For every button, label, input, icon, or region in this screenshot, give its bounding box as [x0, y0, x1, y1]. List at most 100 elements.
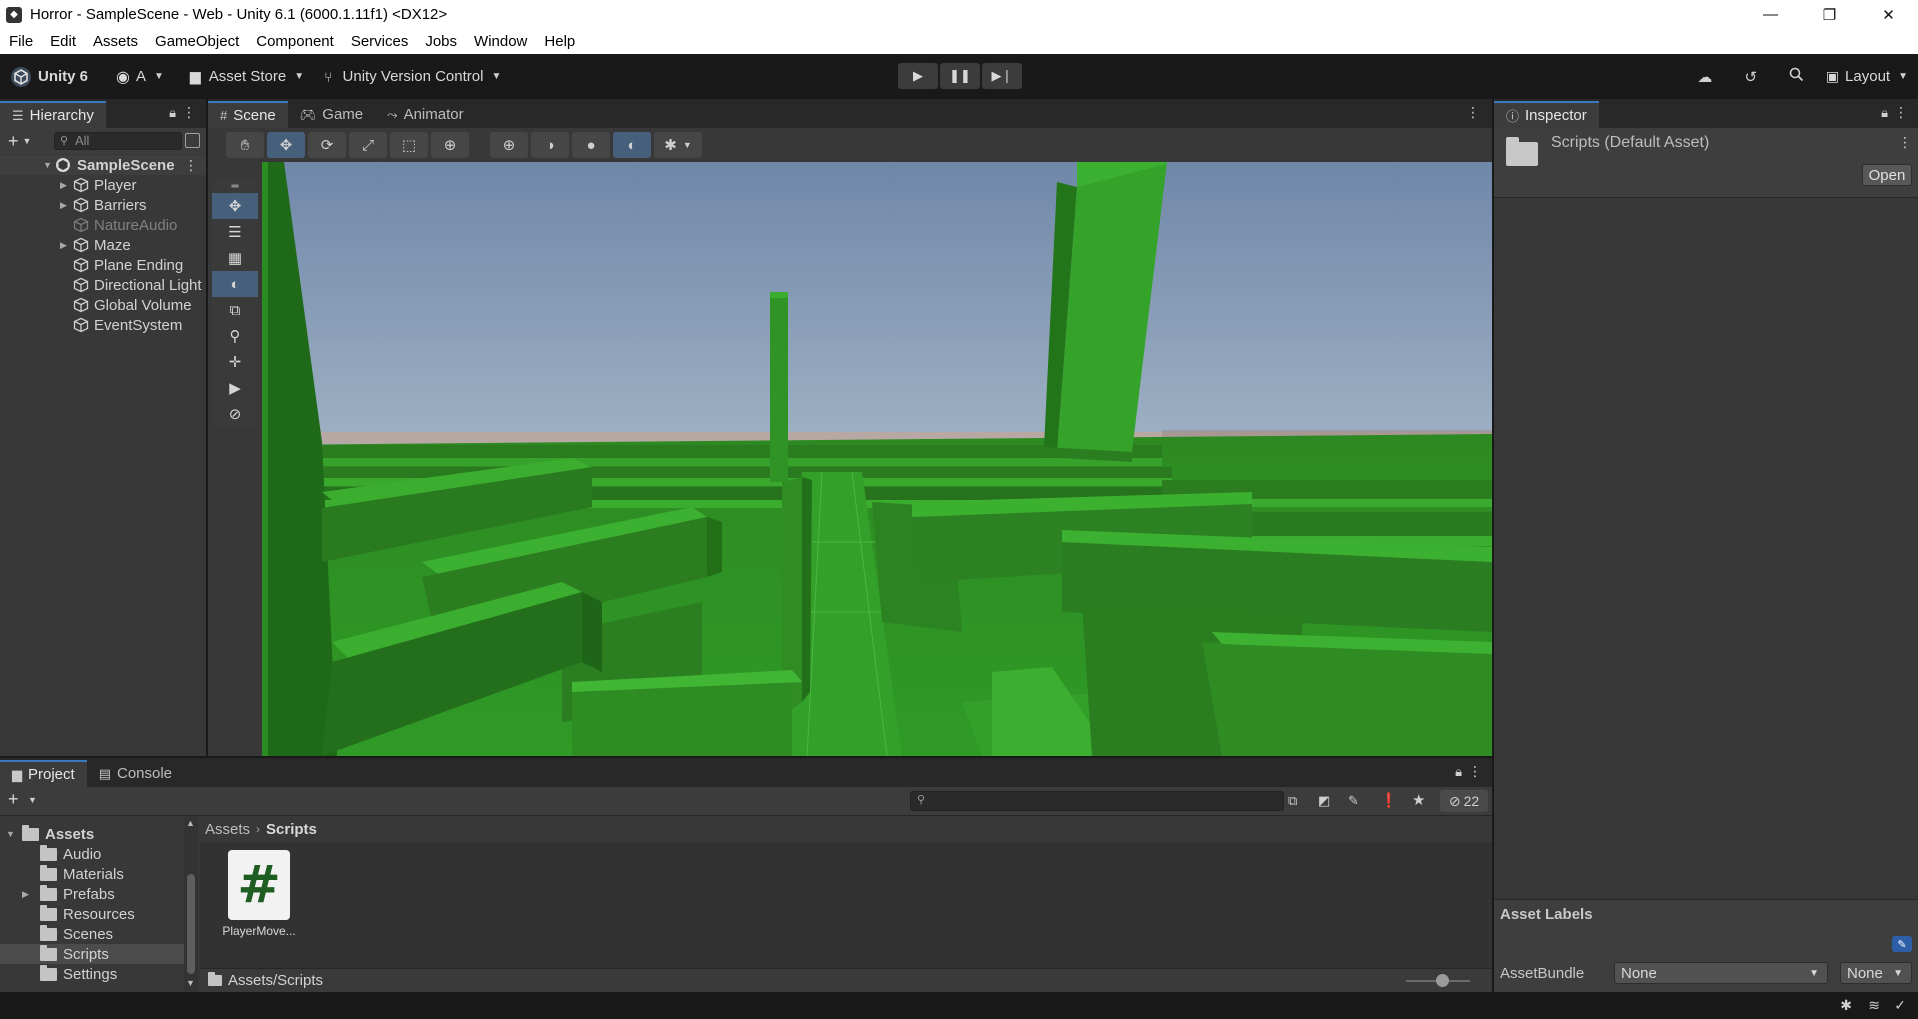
unlit-button[interactable]: ●	[572, 132, 610, 158]
tab-animator[interactable]: ⤳ Animator	[375, 101, 475, 128]
shaded-wireframe-button[interactable]: ◑	[531, 132, 569, 158]
search-button[interactable]	[1774, 67, 1820, 86]
check-circle-icon[interactable]: ✓	[1894, 997, 1906, 1014]
wireframe-button[interactable]: ⊕	[490, 132, 528, 158]
file-tile[interactable]: # PlayerMove...	[214, 850, 296, 940]
lock-icon[interactable]: 🔒︎	[1881, 105, 1888, 121]
tab-scene[interactable]: # Scene	[208, 101, 288, 128]
tree-scrollbar[interactable]: ▲ ▼	[184, 816, 198, 992]
camera-overlay-button[interactable]: ▶	[212, 375, 258, 401]
favorites-star-icon[interactable]: ★	[1412, 791, 1425, 809]
hand-tool-button[interactable]: ✋︎	[226, 132, 264, 158]
play-button[interactable]: ▶	[898, 63, 938, 89]
hierarchy-item-barriers[interactable]: ▶ Barriers	[0, 195, 206, 215]
tree-item-assets[interactable]: ▼ Assets	[0, 824, 184, 844]
menu-edit[interactable]: Edit	[50, 33, 76, 50]
log-types-icon[interactable]: ❗	[1380, 792, 1397, 809]
asset-store-dropdown[interactable]: ▆ Asset Store ▼	[190, 63, 304, 91]
lighting-overlay-button[interactable]: ◐	[212, 271, 258, 297]
scale-tool-button[interactable]: ⤢	[349, 132, 387, 158]
step-button[interactable]: ▶❘	[982, 63, 1022, 89]
tool-settings-button[interactable]: ☰	[212, 219, 258, 245]
expand-arrow-icon[interactable]: ▶	[60, 180, 72, 191]
filter-by-label-icon[interactable]: ✎	[1348, 793, 1359, 809]
shaded-button[interactable]: ◐	[613, 132, 651, 158]
menu-window[interactable]: Window	[474, 33, 527, 50]
rect-tool-button[interactable]: ⬚	[390, 132, 428, 158]
tab-console[interactable]: ▤ Console	[87, 760, 184, 787]
asset-bundle-dropdown[interactable]: None ▼	[1614, 962, 1828, 984]
asset-bundle-variant-dropdown[interactable]: None ▼	[1840, 962, 1912, 984]
rotate-tool-button[interactable]: ⟳	[308, 132, 346, 158]
move-tool-button[interactable]: ✥	[267, 132, 305, 158]
tree-item-audio[interactable]: Audio	[0, 844, 184, 864]
zoom-overlay-button[interactable]: ⚲	[212, 323, 258, 349]
expand-arrow-icon[interactable]: ▶	[60, 200, 72, 211]
chevron-down-icon[interactable]: ▼	[28, 795, 37, 805]
more-options-icon[interactable]: ⋮	[1468, 763, 1482, 780]
layers-icon[interactable]: ≋	[1868, 997, 1880, 1014]
pivot-overlay-button[interactable]: ✛	[212, 349, 258, 375]
tree-item-resources[interactable]: Resources	[0, 904, 184, 924]
hierarchy-search-input[interactable]: ⚲ All	[54, 132, 182, 150]
tree-item-prefabs[interactable]: ▶ Prefabs	[0, 884, 184, 904]
debug-draw-dropdown[interactable]: ✱ ▼	[654, 132, 702, 158]
menu-help[interactable]: Help	[544, 33, 575, 50]
hierarchy-item-maze[interactable]: ▶ Maze	[0, 235, 206, 255]
more-options-icon[interactable]: ⋮	[1898, 134, 1912, 151]
hidden-packages-toggle[interactable]: ⊘ 22	[1440, 790, 1488, 812]
pause-button[interactable]: ❚❚	[940, 63, 980, 89]
debug-bug-icon[interactable]: ✱	[1840, 997, 1852, 1014]
project-search-input[interactable]: ⚲	[910, 791, 1284, 811]
scene-visibility-icon[interactable]	[185, 133, 200, 148]
hierarchy-item-global-volume[interactable]: Global Volume	[0, 295, 206, 315]
create-button[interactable]: +	[8, 131, 19, 152]
tree-item-settings[interactable]: Settings	[0, 964, 184, 984]
menu-assets[interactable]: Assets	[93, 33, 138, 50]
create-button[interactable]: +	[8, 789, 19, 810]
tab-project[interactable]: ▆ Project	[0, 760, 87, 787]
breadcrumb-assets[interactable]: Assets	[205, 821, 250, 838]
hierarchy-scene-row[interactable]: ▼ SampleScene ⋮	[0, 155, 206, 175]
open-button[interactable]: Open	[1862, 164, 1912, 186]
more-options-icon[interactable]: ⋮	[1894, 104, 1908, 121]
breadcrumb-scripts[interactable]: Scripts	[266, 821, 317, 838]
menu-component[interactable]: Component	[256, 33, 334, 50]
cloud-button[interactable]: ☁	[1682, 68, 1728, 86]
search-by-type-icon[interactable]: ⧉	[1288, 793, 1297, 809]
filter-by-type-icon[interactable]: ◩	[1318, 793, 1330, 809]
navigation-overlay-button[interactable]: ⧉	[212, 297, 258, 323]
orientation-overlay-button[interactable]: ⊘	[212, 401, 258, 427]
expand-arrow-icon[interactable]: ▼	[0, 829, 20, 839]
expand-arrow-icon[interactable]: ▶	[60, 240, 72, 251]
grid-snapping-button[interactable]: ▦	[212, 245, 258, 271]
scroll-down-icon[interactable]: ▼	[186, 978, 195, 988]
lock-icon[interactable]: 🔒︎	[169, 105, 176, 121]
tab-game[interactable]: 🎮︎ Game	[288, 101, 375, 128]
version-control-dropdown[interactable]: ⑂ Unity Version Control ▼	[324, 63, 501, 91]
scroll-up-icon[interactable]: ▲	[186, 818, 195, 828]
menu-services[interactable]: Services	[351, 33, 409, 50]
zoom-slider-thumb[interactable]	[1436, 974, 1449, 987]
account-dropdown[interactable]: ◉ A ▼	[116, 63, 164, 91]
close-button[interactable]: ✕	[1859, 0, 1918, 29]
tab-hierarchy[interactable]: ☰ Hierarchy	[0, 101, 106, 128]
tab-inspector[interactable]: ⓘ Inspector	[1494, 101, 1599, 128]
maximize-button[interactable]: ❐	[1800, 0, 1859, 29]
minimize-button[interactable]: —	[1741, 0, 1800, 29]
hierarchy-item-player[interactable]: ▶ Player	[0, 175, 206, 195]
chevron-down-icon[interactable]: ▼	[23, 136, 32, 146]
more-options-icon[interactable]: ⋮	[184, 157, 198, 174]
tree-item-scenes[interactable]: Scenes	[0, 924, 184, 944]
drag-handle-icon[interactable]: ═	[212, 179, 258, 193]
hierarchy-item-plane-ending[interactable]: Plane Ending	[0, 255, 206, 275]
maze-scene-view[interactable]	[262, 162, 1492, 756]
menu-jobs[interactable]: Jobs	[425, 33, 457, 50]
label-tag-icon[interactable]: ✎	[1892, 936, 1912, 952]
hierarchy-item-natureaudio[interactable]: NatureAudio	[0, 215, 206, 235]
hierarchy-item-eventsystem[interactable]: EventSystem	[0, 315, 206, 335]
move-overlay-button[interactable]: ✥	[212, 193, 258, 219]
scrollbar-thumb[interactable]	[187, 874, 195, 974]
tree-item-scripts[interactable]: Scripts	[0, 944, 184, 964]
history-button[interactable]: ↺	[1728, 68, 1774, 86]
